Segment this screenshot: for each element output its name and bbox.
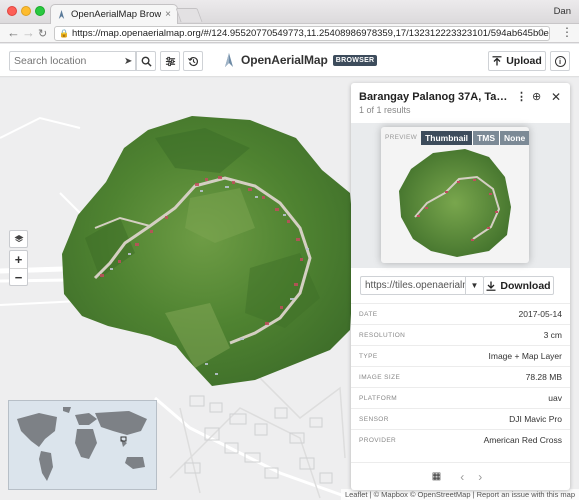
browser-user[interactable]: Dan — [554, 6, 571, 17]
preview-tabs: PREVIEW Thumbnail TMS None — [385, 130, 530, 145]
grid-icon[interactable]: ▦ — [432, 471, 441, 482]
window-close-button[interactable] — [7, 6, 17, 16]
meta-row-platform: PLATFORM uav — [351, 387, 570, 408]
search-input[interactable] — [14, 55, 124, 67]
meta-row-sensor: SENSOR DJI Mavic Pro — [351, 408, 570, 429]
locate-icon[interactable]: ➤ — [124, 56, 132, 67]
chevron-down-icon: ▼ — [470, 281, 479, 290]
meta-value: Image + Map Layer — [488, 351, 562, 361]
lock-icon: 🔒 — [59, 29, 69, 38]
back-arrow-icon[interactable]: ← — [7, 26, 20, 40]
download-icon — [486, 281, 496, 291]
metadata-list: DATE 2017-05-14 RESOLUTION 3 cm TYPE Ima… — [351, 303, 570, 450]
preview-area: PREVIEW Thumbnail TMS None — [351, 123, 570, 268]
new-tab-button[interactable] — [175, 8, 203, 22]
meta-key: RESOLUTION — [359, 331, 406, 339]
bookmark-star-icon[interactable]: ☆ — [537, 26, 547, 39]
result-count: 1 of 1 results — [359, 105, 411, 115]
tab-none[interactable]: None — [499, 130, 530, 145]
more-vertical-icon[interactable]: ⋮ — [516, 90, 527, 103]
search-button[interactable] — [136, 51, 156, 71]
tms-url-field[interactable]: https://tiles.openaerialmap.org — [360, 276, 466, 295]
meta-row-date: DATE 2017-05-14 — [351, 303, 570, 324]
meta-key: SENSOR — [359, 415, 389, 423]
layers-icon — [14, 235, 23, 243]
forward-arrow-icon[interactable]: → — [22, 26, 35, 40]
tab-title: OpenAerialMap Browser — [71, 9, 162, 20]
url-field[interactable]: 🔒 https://map.openaerialmap.org/#/124.95… — [54, 26, 550, 41]
results-panel: Barangay Palanog 37A, Tacloban City 1 of… — [351, 83, 570, 490]
brand-badge: BROWSER — [332, 54, 378, 66]
filter-icon — [165, 56, 175, 66]
brand-name: OpenAerialMap — [241, 53, 328, 67]
address-bar: ← → ↻ 🔒 https://map.openaerialmap.org/#/… — [0, 24, 579, 43]
tab-thumbnail[interactable]: Thumbnail — [421, 130, 473, 145]
history-button[interactable] — [183, 51, 203, 71]
meta-key: PROVIDER — [359, 436, 397, 444]
upload-label: Upload — [506, 55, 542, 67]
meta-value: uav — [548, 393, 562, 403]
filter-button[interactable] — [160, 51, 180, 71]
meta-value: DJI Mavic Pro — [509, 414, 562, 424]
preview-label: PREVIEW — [385, 134, 418, 141]
browser-titlebar: OpenAerialMap Browser × Dan — [0, 0, 579, 24]
url-text: https://map.openaerialmap.org/#/124.9552… — [71, 28, 550, 39]
oam-favicon-icon — [58, 10, 65, 19]
info-button[interactable]: i — [550, 51, 570, 71]
zoom-in-button[interactable]: + — [10, 251, 27, 268]
search-icon — [141, 56, 152, 67]
plus-icon: + — [14, 252, 23, 267]
download-button[interactable]: Download — [483, 276, 554, 295]
result-title: Barangay Palanog 37A, Tacloban City — [359, 91, 509, 103]
crosshair-icon[interactable]: ⊕ — [532, 90, 541, 103]
map-attribution[interactable]: Leaflet | © Mapbox © OpenStreetMap | Rep… — [340, 489, 579, 500]
close-icon[interactable]: ✕ — [551, 90, 561, 104]
minimap-world — [17, 407, 147, 481]
previous-page-icon[interactable]: ‹ — [460, 470, 464, 484]
meta-row-provider: PROVIDER American Red Cross — [351, 429, 570, 450]
browser-menu-icon[interactable]: ⋮ — [561, 25, 573, 39]
world-minimap[interactable] — [8, 400, 157, 490]
reload-icon[interactable]: ↻ — [38, 27, 47, 41]
thumbnail-image — [399, 149, 511, 257]
meta-value: 3 cm — [543, 330, 562, 340]
meta-value: American Red Cross — [483, 435, 562, 445]
download-label: Download — [500, 279, 551, 292]
app-header: ➤ OpenAerialMap BROWSER — [0, 44, 579, 77]
history-icon — [187, 56, 198, 66]
upload-icon — [492, 56, 502, 66]
brand[interactable]: OpenAerialMap BROWSER — [222, 53, 378, 67]
next-page-icon[interactable]: › — [478, 470, 482, 484]
layers-button[interactable] — [9, 230, 28, 248]
meta-row-image-size: IMAGE SIZE 78.28 MB — [351, 366, 570, 387]
meta-key: PLATFORM — [359, 394, 398, 402]
zoom-control: + − — [9, 250, 28, 286]
tms-url-row: https://tiles.openaerialmap.org ▼ — [360, 276, 484, 295]
info-icon: i — [554, 55, 566, 67]
meta-key: IMAGE SIZE — [359, 373, 401, 381]
search-location-box: ➤ — [9, 51, 136, 71]
window-minimize-button[interactable] — [21, 6, 31, 16]
upload-button[interactable]: Upload — [488, 51, 546, 71]
zoom-out-button[interactable]: − — [10, 268, 27, 285]
tab-tms[interactable]: TMS — [472, 130, 500, 145]
browser-tab[interactable]: OpenAerialMap Browser × — [50, 4, 178, 24]
tab-close-icon[interactable]: × — [165, 9, 171, 20]
meta-row-resolution: RESOLUTION 3 cm — [351, 324, 570, 345]
window-maximize-button[interactable] — [35, 6, 45, 16]
minus-icon: − — [14, 269, 23, 285]
meta-key: TYPE — [359, 352, 378, 360]
meta-value: 78.28 MB — [525, 372, 562, 382]
oam-logo-icon — [225, 53, 233, 67]
panel-pagination: ▦ ‹ › — [351, 462, 570, 490]
meta-value: 2017-05-14 — [518, 309, 562, 319]
meta-row-type: TYPE Image + Map Layer — [351, 345, 570, 366]
meta-key: DATE — [359, 310, 378, 318]
preview-card: PREVIEW Thumbnail TMS None — [381, 127, 530, 263]
tms-dropdown-button[interactable]: ▼ — [466, 276, 484, 295]
